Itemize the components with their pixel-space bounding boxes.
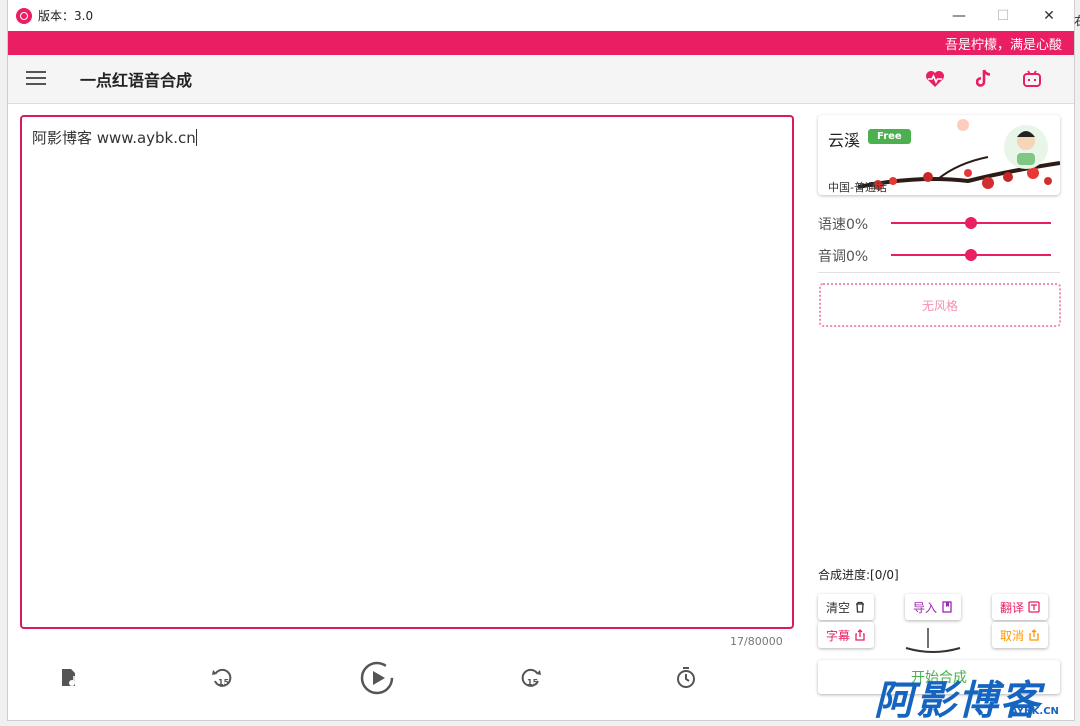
- boat-ink-icon: [905, 628, 961, 653]
- voice-card[interactable]: 云溪 Free 中国-普通话: [818, 115, 1060, 195]
- timer-icon[interactable]: [668, 660, 704, 696]
- subtitle-button[interactable]: 字幕: [818, 622, 875, 648]
- share-icon: [1029, 629, 1039, 641]
- app-title: 一点红语音合成: [80, 71, 193, 90]
- voice-region: 中国-普通话: [828, 181, 887, 194]
- editor-content: 阿影博客 www.aybk.cn: [32, 129, 196, 147]
- forward-15-icon[interactable]: 15: [513, 660, 549, 696]
- import-button[interactable]: 导入: [905, 594, 962, 620]
- subtitle-label: 字幕: [826, 628, 851, 643]
- banner-text: 吾是柠檬，满是心酸: [944, 37, 1062, 53]
- book-icon: [942, 601, 952, 613]
- app-bar: 一点红语音合成: [8, 55, 1074, 104]
- edge-fragment: 右: [1074, 12, 1080, 29]
- watermark-sub: AYBK.CN: [1010, 706, 1059, 717]
- import-label: 导入: [913, 600, 938, 615]
- menu-icon[interactable]: [26, 71, 46, 87]
- speed-label: 语速0%: [818, 217, 869, 233]
- app-window: 版本：3.0 — ☐ ✕ 吾是柠檬，满是心酸 一点红语音合成 阿影博客 www.…: [8, 0, 1074, 720]
- audio-file-icon[interactable]: [51, 660, 87, 696]
- synthesis-progress: 合成进度:[0/0]: [818, 568, 899, 582]
- svg-text:15: 15: [218, 678, 230, 687]
- title-bar: 版本：3.0 — ☐ ✕: [8, 0, 1074, 31]
- cancel-button[interactable]: 取消: [992, 622, 1049, 648]
- cancel-label: 取消: [1000, 628, 1025, 643]
- text-caret: [195, 129, 197, 146]
- maximize-button[interactable]: ☐: [980, 0, 1026, 31]
- minimize-button[interactable]: —: [936, 0, 982, 31]
- speed-slider-thumb[interactable]: [965, 217, 977, 229]
- char-counter: 17/80000: [730, 635, 783, 648]
- clear-label: 清空: [826, 600, 851, 615]
- voice-name: 云溪: [828, 131, 861, 150]
- translate-icon: [1028, 601, 1040, 613]
- bilibili-icon[interactable]: [1020, 67, 1044, 91]
- pitch-slider-thumb[interactable]: [965, 249, 977, 261]
- free-badge: Free: [868, 129, 911, 144]
- pitch-label: 音调0%: [818, 249, 869, 265]
- divider: [818, 272, 1060, 273]
- app-logo-icon: [16, 7, 32, 24]
- speed-slider[interactable]: [891, 217, 1051, 229]
- play-icon[interactable]: [359, 660, 395, 696]
- text-editor[interactable]: 阿影博客 www.aybk.cn: [20, 115, 794, 629]
- heart-pulse-icon[interactable]: [923, 67, 947, 91]
- style-selector[interactable]: 无风格: [819, 283, 1061, 327]
- svg-text:15: 15: [527, 678, 539, 687]
- rewind-15-icon[interactable]: 15: [204, 660, 240, 696]
- tiktok-icon[interactable]: [972, 67, 996, 91]
- close-button[interactable]: ✕: [1026, 0, 1072, 31]
- window-title: 版本：3.0: [38, 9, 94, 23]
- trash-icon: [856, 601, 865, 613]
- marquee-banner: 吾是柠檬，满是心酸: [8, 31, 1074, 55]
- pitch-slider[interactable]: [891, 249, 1051, 261]
- translate-button[interactable]: 翻译: [992, 594, 1049, 620]
- clear-button[interactable]: 清空: [818, 594, 875, 620]
- export-icon: [855, 629, 865, 641]
- translate-label: 翻译: [1000, 600, 1025, 615]
- style-label: 无风格: [921, 298, 958, 313]
- watermark-logo: 阿影博客: [874, 678, 1042, 724]
